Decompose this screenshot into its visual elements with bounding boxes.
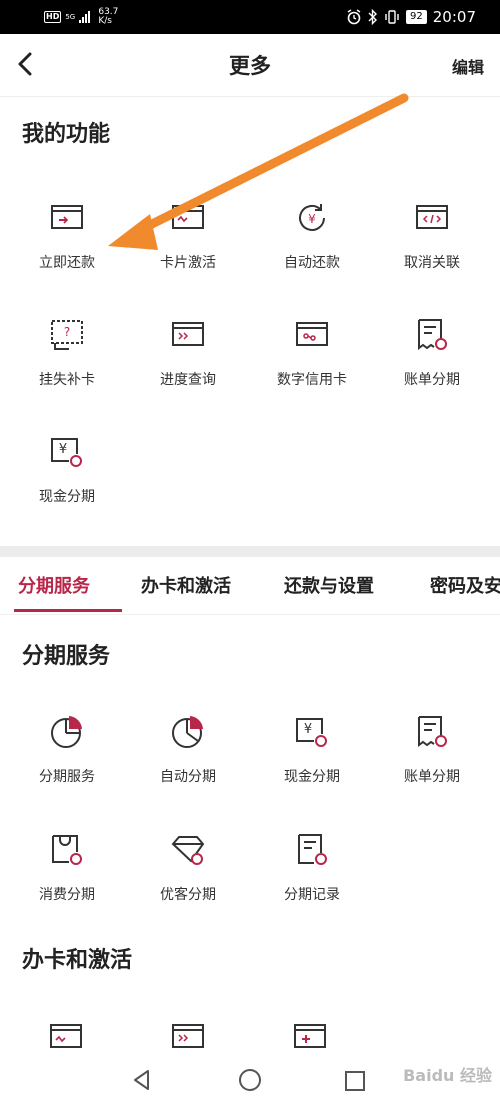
bluetooth-icon <box>368 9 378 25</box>
function-label: 立即还款 <box>39 255 95 271</box>
function-item-report-loss[interactable]: ? 挂失补卡 <box>5 317 129 417</box>
function-label: 账单分期 <box>404 372 460 388</box>
diamond-icon <box>171 836 205 865</box>
function-label: 卡片激活 <box>160 255 216 271</box>
status-right: 92 20:07 <box>346 8 476 26</box>
svg-text:?: ? <box>64 325 70 339</box>
network-speed: 63.7 K/s <box>98 8 118 26</box>
network-type: 5G <box>65 13 76 21</box>
function-item-repay-now[interactable]: 立即还款 <box>5 200 129 300</box>
function-label: 取消关联 <box>404 255 460 271</box>
pie-chart-icon <box>172 716 203 748</box>
function-label: 数字信用卡 <box>277 372 347 388</box>
installment-label: 优客分期 <box>160 887 216 903</box>
record-icon <box>298 834 327 865</box>
cash-installment-icon: ¥ <box>51 438 82 467</box>
auto-repay-icon: ¥ <box>299 204 325 231</box>
active-tab-indicator <box>14 609 122 612</box>
status-bar: HD 5G 63.7 K/s 92 20:07 <box>0 0 500 34</box>
cash-installment-icon: ¥ <box>296 718 327 747</box>
installment-label: 消费分期 <box>39 887 95 903</box>
function-item-progress-query[interactable]: 进度查询 <box>126 317 250 417</box>
installment-item-service[interactable]: 分期服务 <box>5 714 129 814</box>
tab-password-security[interactable]: 密码及安 <box>430 572 500 598</box>
function-item-card-activate[interactable]: 卡片激活 <box>126 200 250 300</box>
installment-item-consumption[interactable]: 消费分期 <box>5 832 129 932</box>
installment-label: 现金分期 <box>284 769 340 785</box>
installment-item-youke[interactable]: 优客分期 <box>126 832 250 932</box>
function-item-bill-installment[interactable]: 账单分期 <box>370 317 494 417</box>
card-activation-section-title: 办卡和激活 <box>22 948 133 973</box>
hd-indicator: HD <box>44 11 62 23</box>
digital-card-icon <box>296 322 328 346</box>
shopping-bag-icon <box>52 835 82 865</box>
edit-button[interactable]: 编辑 <box>452 54 484 78</box>
function-label: 自动还款 <box>284 255 340 271</box>
status-left: HD 5G 63.7 K/s <box>44 8 118 26</box>
card-activate-icon <box>172 205 204 229</box>
nav-bar: 更多 编辑 <box>0 34 500 97</box>
function-label: 现金分期 <box>39 489 95 505</box>
function-item-digital-card[interactable]: 数字信用卡 <box>250 317 374 417</box>
clock: 20:07 <box>432 8 476 26</box>
pie-chart-icon <box>51 716 82 748</box>
installment-item-bill[interactable]: 账单分期 <box>370 714 494 814</box>
category-tabs: 分期服务 办卡和激活 还款与设置 密码及安 <box>0 558 500 615</box>
function-label: 挂失补卡 <box>39 372 95 388</box>
installment-label: 自动分期 <box>160 769 216 785</box>
svg-text:¥: ¥ <box>308 212 316 226</box>
installment-section-title: 分期服务 <box>22 644 111 669</box>
tab-installment[interactable]: 分期服务 <box>18 572 90 598</box>
tab-repay-settings[interactable]: 还款与设置 <box>284 572 374 598</box>
section-divider <box>0 546 500 557</box>
function-label: 进度查询 <box>160 372 216 388</box>
installment-label: 分期记录 <box>284 887 340 903</box>
bill-installment-icon <box>418 319 447 350</box>
page-title: 更多 <box>229 54 271 78</box>
card-repay-icon <box>51 205 83 229</box>
watermark: Baidu 经验 <box>403 1066 492 1085</box>
nav-back-icon[interactable] <box>130 1068 154 1092</box>
installment-label: 分期服务 <box>39 769 95 785</box>
installment-label: 账单分期 <box>404 769 460 785</box>
report-loss-icon: ? <box>51 320 83 350</box>
nav-home-icon[interactable] <box>238 1068 262 1092</box>
function-item-unlink[interactable]: 取消关联 <box>370 200 494 300</box>
unlink-icon <box>416 205 448 229</box>
svg-text:¥: ¥ <box>59 442 67 457</box>
battery-icon: 92 <box>406 10 427 24</box>
my-functions-title: 我的功能 <box>22 122 111 147</box>
installment-item-auto[interactable]: 自动分期 <box>126 714 250 814</box>
bill-installment-icon <box>418 716 447 747</box>
system-nav-bar: Baidu 经验 <box>0 1048 500 1111</box>
installment-item-record[interactable]: 分期记录 <box>250 832 374 932</box>
function-item-cash-installment[interactable]: ¥ 现金分期 <box>5 434 129 534</box>
signal-icon <box>79 11 91 23</box>
vibrate-icon <box>385 10 399 24</box>
svg-text:¥: ¥ <box>304 722 312 737</box>
installment-item-cash[interactable]: ¥ 现金分期 <box>250 714 374 814</box>
speed-unit: K/s <box>98 16 112 26</box>
tab-card-activation[interactable]: 办卡和激活 <box>141 572 231 598</box>
nav-recent-icon[interactable] <box>344 1070 366 1092</box>
progress-query-icon <box>172 322 204 346</box>
function-item-auto-repay[interactable]: ¥ 自动还款 <box>250 200 374 300</box>
alarm-icon <box>347 9 361 25</box>
